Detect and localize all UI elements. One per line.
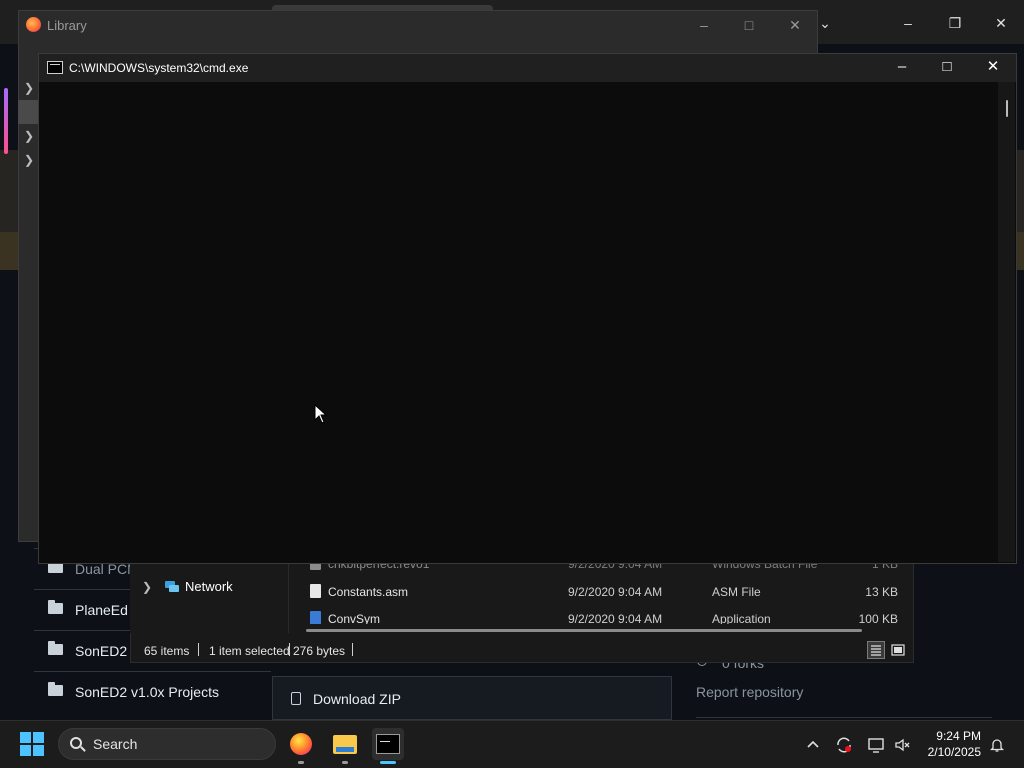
file-name: ConvSym — [328, 612, 381, 624]
status-bar: 65 items 1 item selected 276 bytes — [130, 637, 914, 663]
background-close-button[interactable]: ✕ — [978, 14, 1024, 32]
large-icons-view-button[interactable] — [889, 641, 907, 659]
library-minimize-button[interactable]: – — [681, 16, 727, 34]
navigation-pane — [130, 555, 288, 633]
repo-folder-row[interactable]: SonED2 v1.0x Projects — [34, 671, 271, 712]
status-separator — [352, 643, 353, 656]
running-indicator — [298, 761, 304, 764]
file-size: 100 KB — [858, 612, 898, 624]
active-indicator — [380, 761, 396, 764]
application-icon — [310, 611, 321, 624]
nav-network[interactable]: Network — [185, 579, 233, 594]
console-icon — [47, 61, 63, 74]
cmd-scrollbar-thumb[interactable] — [1006, 100, 1008, 117]
item-count: 65 items — [144, 644, 190, 658]
selection-size: 276 bytes — [293, 644, 346, 658]
clock-date[interactable]: 2/10/2025 — [915, 745, 981, 759]
folder-name: SonED2 v1.0x Projects — [75, 684, 219, 700]
chevron-right-icon[interactable]: ❯ — [24, 153, 36, 167]
file-type: ASM File — [712, 585, 761, 599]
folder-name: SonED2 — [75, 643, 128, 659]
folder-icon — [48, 682, 63, 696]
file-name: Constants.asm — [328, 585, 409, 599]
folder-icon — [48, 600, 63, 614]
running-indicator — [342, 761, 348, 764]
download-zip-button[interactable]: Download ZIP — [272, 676, 672, 720]
report-repository-link[interactable]: Report repository — [696, 684, 803, 700]
taskbar-search-box[interactable] — [58, 728, 276, 760]
network-status-icon[interactable] — [867, 736, 885, 754]
library-title: Library — [47, 18, 87, 33]
status-separator — [198, 643, 199, 656]
library-close-button[interactable]: ✕ — [772, 16, 818, 34]
file-icon — [310, 584, 321, 598]
zip-icon — [291, 692, 301, 705]
chevron-right-icon[interactable]: ❯ — [142, 580, 152, 594]
chevron-right-icon[interactable]: ❯ — [24, 81, 36, 95]
folder-icon — [48, 641, 63, 655]
thumbnail-view-icon — [891, 644, 905, 656]
file-type: Application — [712, 612, 771, 624]
notification-bell-icon[interactable] — [988, 736, 1006, 754]
pane-divider[interactable] — [288, 555, 289, 633]
search-placeholder: Search — [93, 736, 138, 752]
folder-name: PlaneEd — [75, 602, 128, 618]
chevron-up-icon[interactable] — [804, 736, 822, 754]
file-row[interactable]: ConvSym 9/2/2020 9:04 AM Application 100… — [300, 606, 900, 624]
file-date: 9/2/2020 9:04 AM — [568, 585, 663, 599]
file-explorer-icon — [333, 735, 357, 754]
background-restore-button[interactable]: ❐ — [932, 14, 978, 32]
chevron-right-icon[interactable]: ❯ — [24, 129, 36, 143]
network-icon — [165, 581, 179, 592]
file-size: 13 KB — [865, 585, 898, 599]
cmd-maximize-button[interactable]: □ — [924, 56, 970, 78]
status-separator — [289, 643, 290, 656]
cmd-vertical-scrollbar[interactable] — [998, 82, 1015, 562]
mouse-cursor-icon — [314, 404, 328, 424]
horizontal-scrollbar[interactable] — [306, 629, 862, 632]
windows-start-button[interactable] — [20, 732, 44, 756]
file-row[interactable]: Constants.asm 9/2/2020 9:04 AM ASM File … — [300, 579, 900, 605]
selection-count: 1 item selected — [209, 644, 290, 658]
firefox-icon — [26, 17, 41, 32]
divider — [696, 717, 992, 718]
clock-time[interactable]: 9:24 PM — [925, 729, 981, 743]
sync-icon[interactable] — [835, 736, 853, 754]
cmd-title: C:\WINDOWS\system32\cmd.exe — [69, 61, 249, 75]
library-maximize-button[interactable]: □ — [726, 16, 772, 34]
accent-strip — [4, 88, 8, 154]
volume-muted-icon[interactable] — [893, 736, 911, 754]
details-view-button[interactable] — [867, 641, 885, 659]
list-view-icon — [871, 645, 881, 656]
cmd-icon — [376, 734, 400, 754]
file-date: 9/2/2020 9:04 AM — [568, 612, 663, 624]
library-selected-item[interactable] — [18, 100, 40, 124]
cmd-window[interactable] — [38, 53, 1017, 564]
cmd-minimize-button[interactable]: – — [879, 56, 925, 78]
cmd-close-button[interactable]: ✕ — [970, 56, 1016, 78]
background-minimize-button[interactable]: – — [885, 14, 931, 32]
firefox-icon — [290, 733, 312, 755]
download-zip-label: Download ZIP — [313, 691, 401, 707]
